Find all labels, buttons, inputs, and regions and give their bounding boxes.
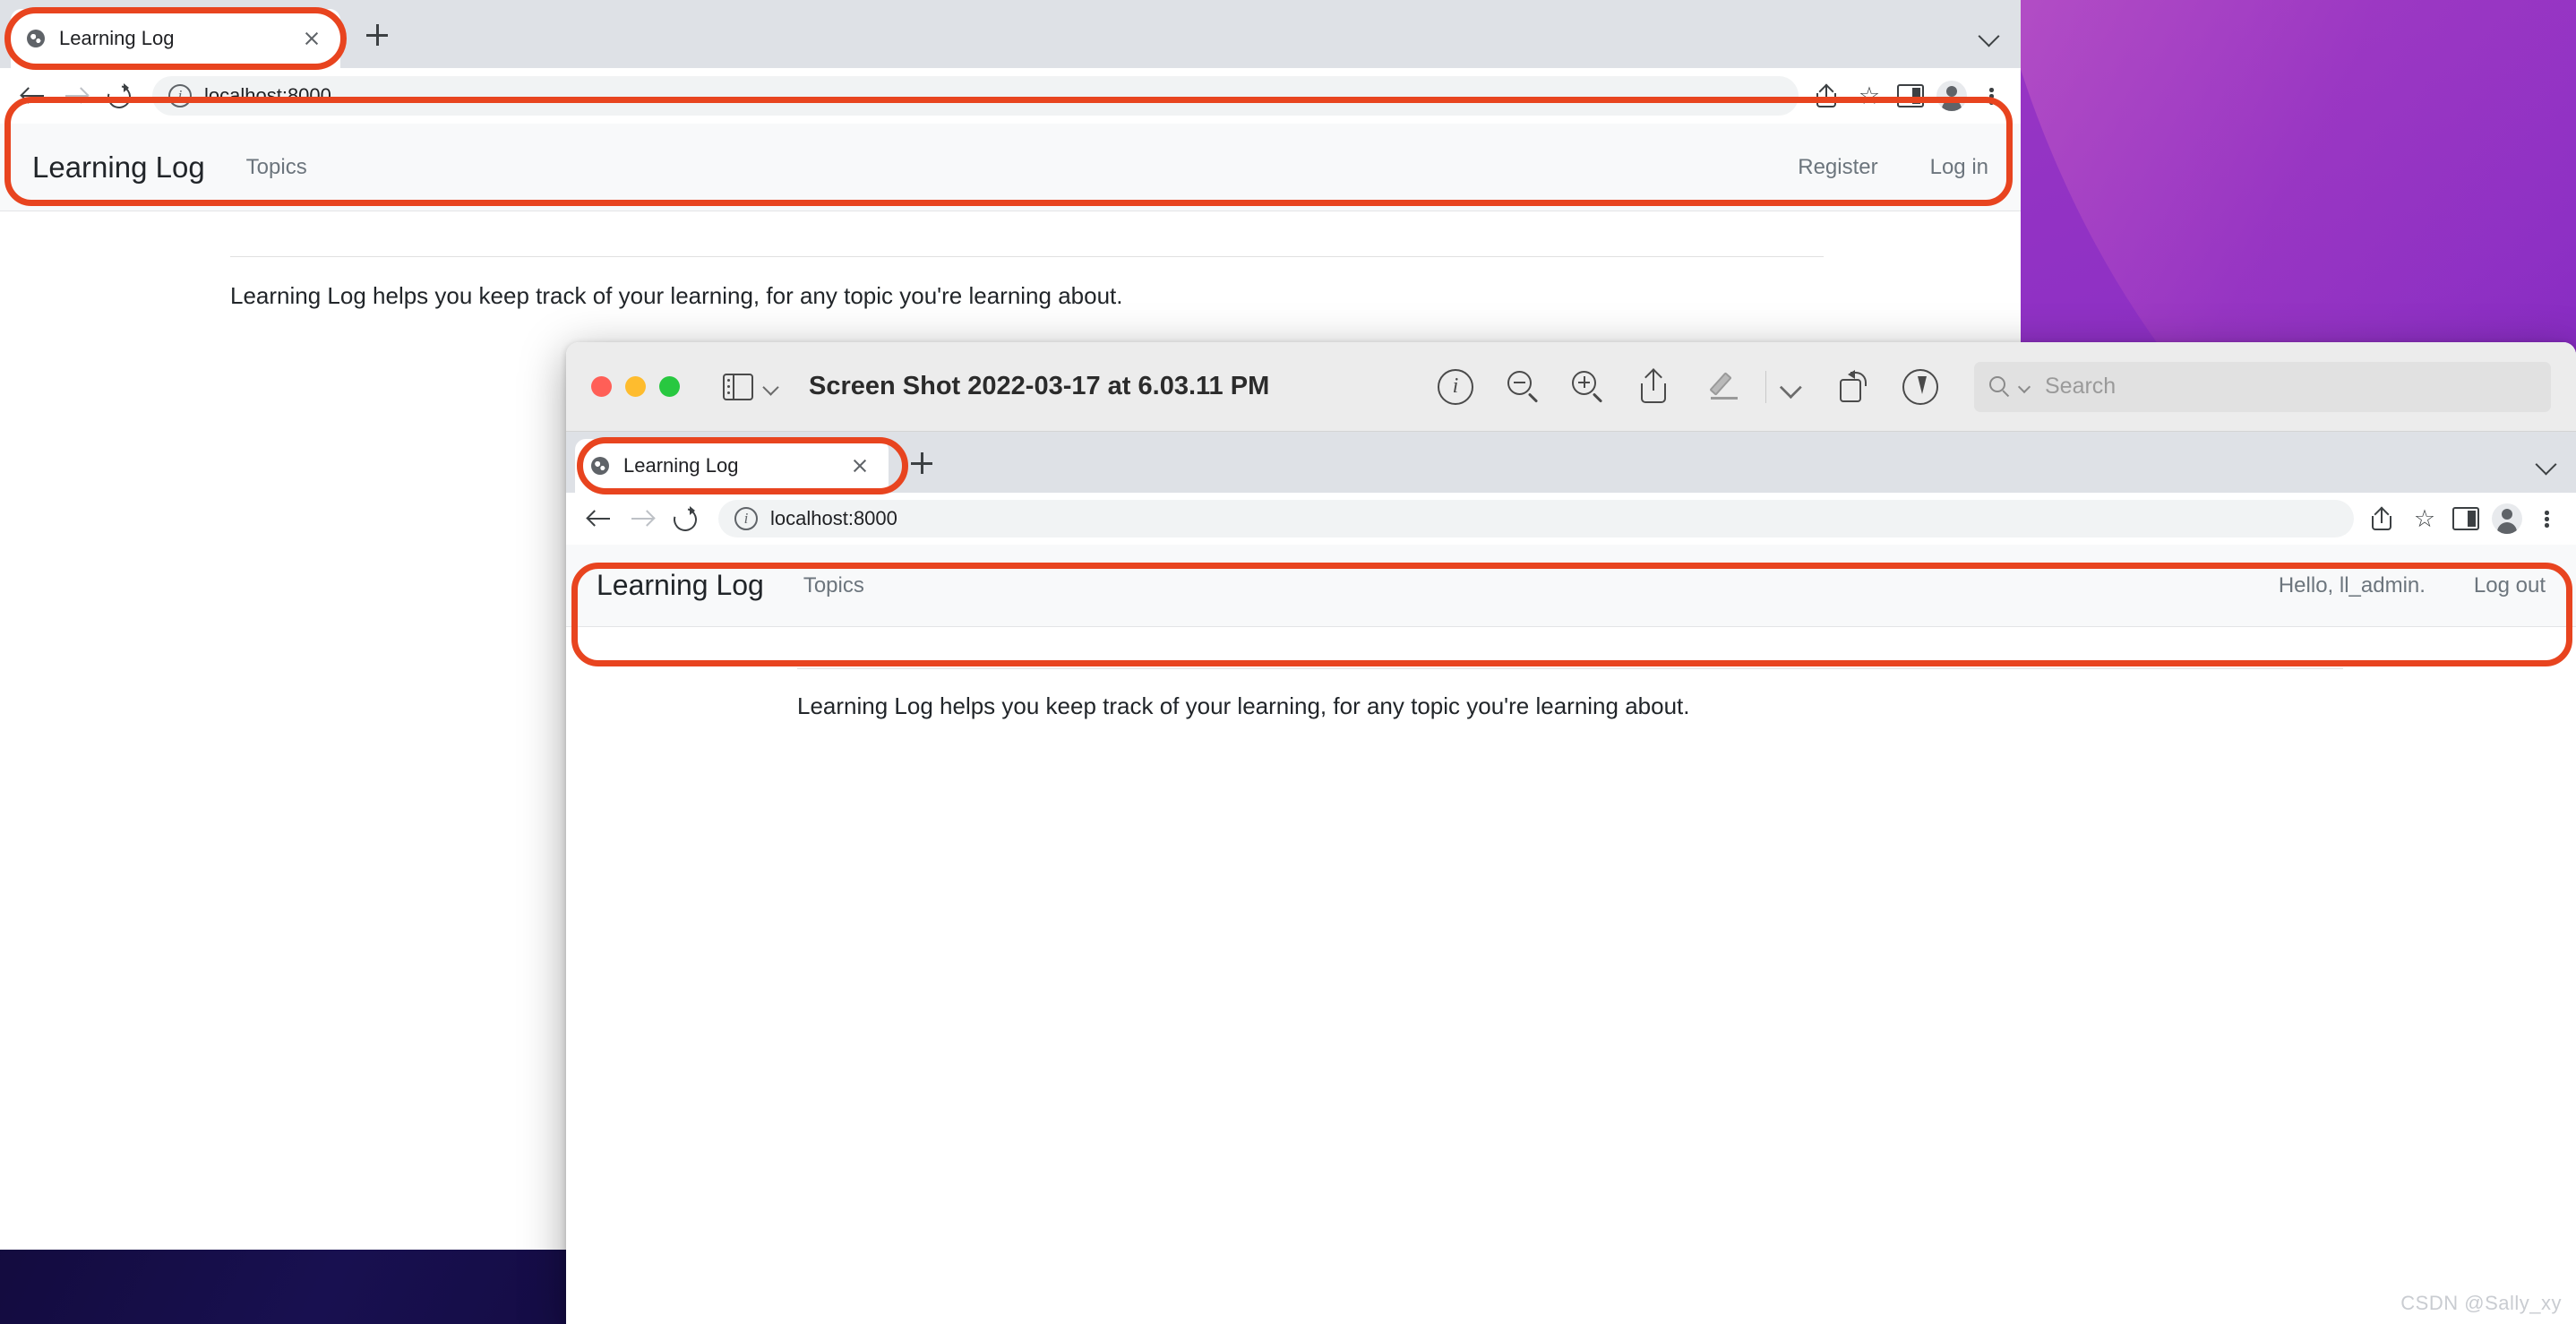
new-tab-plus-icon[interactable] bbox=[362, 20, 392, 50]
nav-link-register[interactable]: Register bbox=[1798, 155, 1877, 180]
sidebar-chevron-down-icon[interactable] bbox=[762, 378, 780, 396]
nav-link-topics[interactable]: Topics bbox=[803, 573, 864, 598]
search-magnifier-icon bbox=[1988, 375, 2012, 399]
omnibox-url-text: localhost:8000 bbox=[770, 507, 897, 529]
front-browser-toolbar: i localhost:8000 ☆ bbox=[566, 493, 2576, 545]
forward-arrow-icon[interactable] bbox=[61, 81, 91, 111]
front-browser-tab[interactable]: Learning Log bbox=[575, 439, 889, 493]
share-icon[interactable] bbox=[1636, 367, 1670, 406]
back-browser-tabstrip: Learning Log bbox=[0, 0, 2021, 68]
tab-title: Learning Log bbox=[59, 27, 175, 49]
maximize-button[interactable] bbox=[659, 376, 680, 397]
front-page-navbar: Learning Log Topics Hello, ll_admin. Log… bbox=[566, 545, 2576, 627]
tab-title: Learning Log bbox=[623, 454, 739, 477]
omnibox-url-text: localhost:8000 bbox=[204, 84, 331, 107]
nav-link-login[interactable]: Log in bbox=[1930, 155, 1988, 180]
preview-search-input[interactable]: Search bbox=[1974, 361, 2551, 412]
annotate-icon[interactable] bbox=[1902, 368, 1938, 405]
tabstrip-chevron-down-icon[interactable] bbox=[1978, 23, 2001, 47]
tabstrip-chevron-down-icon[interactable] bbox=[2535, 451, 2558, 475]
watermark: CSDN @Sally_xy bbox=[2400, 1292, 2562, 1314]
profile-avatar-icon[interactable] bbox=[2492, 503, 2522, 534]
sidebar-toggle-icon[interactable] bbox=[723, 373, 753, 400]
nav-link-logout[interactable]: Log out bbox=[2474, 573, 2546, 598]
close-icon[interactable] bbox=[299, 26, 324, 51]
globe-icon bbox=[591, 457, 609, 475]
back-page-navbar: Learning Log Topics Register Log in bbox=[0, 124, 2021, 211]
user-greeting: Hello, ll_admin. bbox=[2278, 572, 2426, 598]
reload-icon[interactable] bbox=[104, 82, 133, 110]
page-divider bbox=[230, 256, 1824, 257]
zoom-out-icon[interactable] bbox=[1506, 369, 1541, 405]
back-browser-tab[interactable]: Learning Log bbox=[11, 9, 340, 68]
page-brand[interactable]: Learning Log bbox=[597, 569, 764, 602]
front-browser-tabstrip: Learning Log bbox=[566, 432, 2576, 493]
forward-arrow-icon[interactable] bbox=[627, 503, 657, 534]
toolbar-separator bbox=[1765, 370, 1766, 403]
front-browser-page: Learning Log Topics Hello, ll_admin. Log… bbox=[566, 545, 2576, 1324]
minimize-button[interactable] bbox=[625, 376, 646, 397]
preview-titlebar: Screen Shot 2022-03-17 at 6.03.11 PM i S… bbox=[566, 342, 2576, 432]
page-brand[interactable]: Learning Log bbox=[32, 150, 205, 185]
profile-avatar-icon[interactable] bbox=[1936, 81, 1967, 111]
star-icon[interactable]: ☆ bbox=[1854, 81, 1885, 111]
search-chevron-down-icon[interactable] bbox=[2018, 381, 2031, 393]
close-icon[interactable] bbox=[847, 453, 872, 478]
three-dot-menu-icon[interactable] bbox=[2535, 503, 2558, 534]
preview-content-area: Learning Log i localhost:8000 ☆ Learning… bbox=[566, 432, 2576, 1324]
preview-window-title: Screen Shot 2022-03-17 at 6.03.11 PM bbox=[809, 372, 1270, 400]
traffic-lights bbox=[591, 376, 680, 397]
nav-link-topics[interactable]: Topics bbox=[246, 155, 307, 180]
share-icon[interactable] bbox=[2366, 503, 2397, 534]
markup-chevron-down-icon[interactable] bbox=[1780, 374, 1804, 399]
back-browser-toolbar: i localhost:8000 ☆ bbox=[0, 68, 2021, 124]
globe-icon bbox=[27, 30, 45, 47]
side-panel-icon[interactable] bbox=[2452, 507, 2479, 530]
site-info-icon[interactable]: i bbox=[168, 84, 192, 107]
new-tab-plus-icon[interactable] bbox=[906, 448, 937, 478]
screenshot-root: Learning Log i localhost:8000 ☆ Learning… bbox=[0, 0, 2576, 1324]
preview-window: Screen Shot 2022-03-17 at 6.03.11 PM i S… bbox=[566, 342, 2576, 1324]
share-icon[interactable] bbox=[1811, 81, 1842, 111]
info-icon[interactable]: i bbox=[1438, 368, 1473, 405]
markup-pen-icon[interactable] bbox=[1708, 368, 1746, 406]
reload-icon[interactable] bbox=[670, 504, 699, 533]
search-placeholder: Search bbox=[2045, 374, 2117, 399]
page-body-text: Learning Log helps you keep track of you… bbox=[230, 282, 1123, 309]
back-arrow-icon[interactable] bbox=[584, 503, 614, 534]
front-browser-omnibox[interactable]: i localhost:8000 bbox=[718, 500, 2354, 537]
back-arrow-icon[interactable] bbox=[18, 81, 48, 111]
page-divider bbox=[797, 668, 2343, 669]
side-panel-icon[interactable] bbox=[1897, 84, 1924, 107]
close-button[interactable] bbox=[591, 376, 612, 397]
site-info-icon[interactable]: i bbox=[734, 507, 758, 530]
three-dot-menu-icon[interactable] bbox=[1979, 81, 2003, 111]
rotate-icon[interactable] bbox=[1836, 368, 1872, 406]
page-body-text: Learning Log helps you keep track of you… bbox=[797, 692, 1690, 719]
star-icon[interactable]: ☆ bbox=[2409, 503, 2440, 534]
back-browser-omnibox[interactable]: i localhost:8000 bbox=[152, 76, 1799, 116]
zoom-in-icon[interactable] bbox=[1570, 369, 1606, 405]
